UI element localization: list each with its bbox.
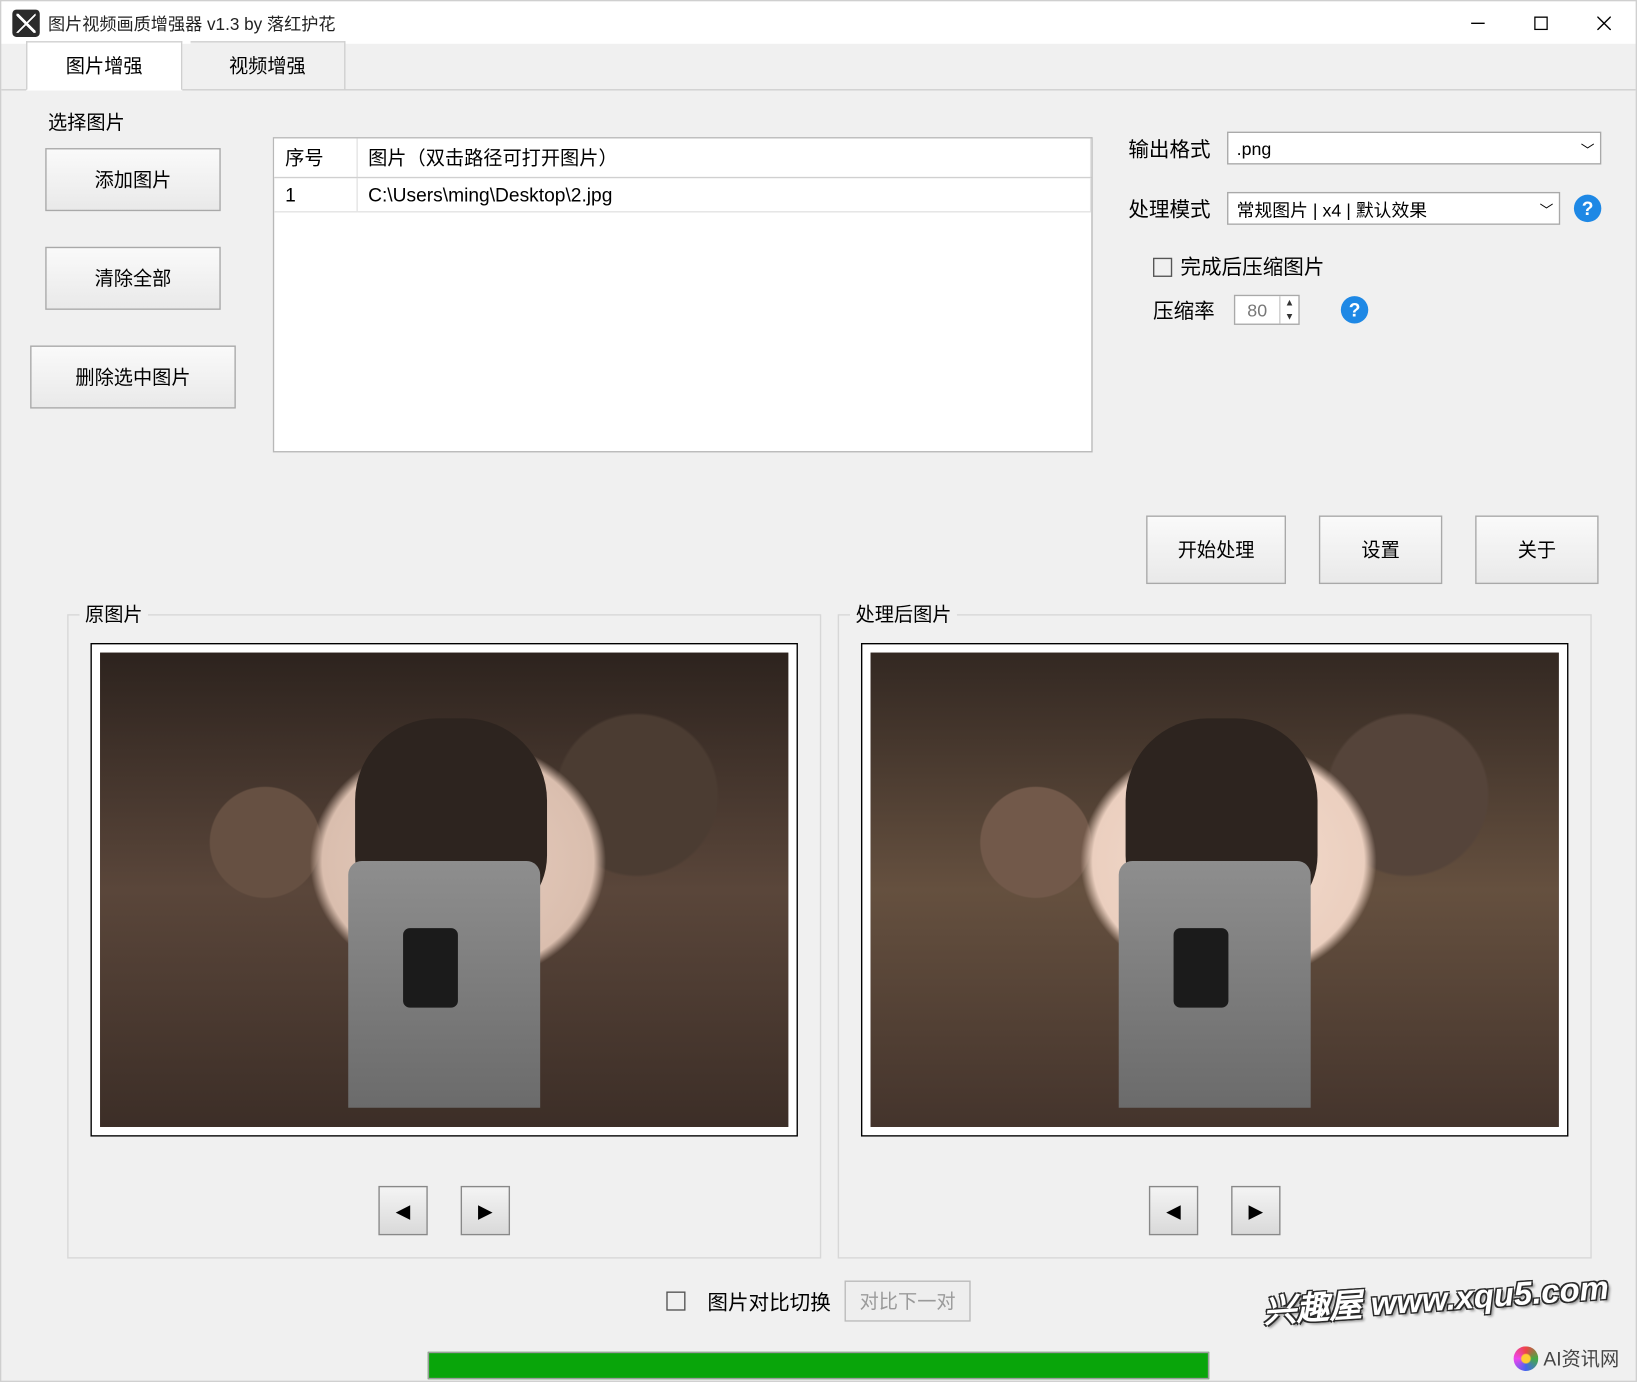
mode-label: 处理模式 <box>1128 194 1227 223</box>
start-button[interactable]: 开始处理 <box>1146 515 1286 584</box>
help-icon[interactable]: ? <box>1574 195 1601 222</box>
tab-bar: 图片增强 视频增强 <box>1 44 1635 91</box>
add-image-button[interactable]: 添加图片 <box>45 148 220 211</box>
original-image-frame <box>90 643 797 1137</box>
original-legend: 原图片 <box>80 600 149 627</box>
compress-ratio-spinner[interactable]: ▲▼ <box>1234 295 1300 325</box>
triangle-right-icon: ▶ <box>478 1199 493 1222</box>
compare-toggle-label: 图片对比切换 <box>707 1287 830 1316</box>
select-images-group: 选择图片 添加图片 清除全部 删除选中图片 序号 图片（双击路径可打开图片） <box>29 123 1092 477</box>
compress-after-checkbox[interactable] <box>1153 257 1172 276</box>
cell-index: 1 <box>274 178 356 212</box>
progress-bar <box>428 1352 1209 1379</box>
tab-image-enhance[interactable]: 图片增强 <box>26 41 182 90</box>
select-images-legend: 选择图片 <box>43 108 131 135</box>
cell-path[interactable]: C:\Users\ming\Desktop\2.jpg <box>356 178 1090 212</box>
output-format-label: 输出格式 <box>1128 134 1227 163</box>
mode-select[interactable]: 常规图片 | x4 | 默认效果 ﹀ <box>1227 192 1560 225</box>
compare-toggle-checkbox[interactable] <box>666 1291 685 1310</box>
triangle-left-icon: ◀ <box>396 1199 411 1222</box>
about-button[interactable]: 关于 <box>1475 515 1598 584</box>
table-row[interactable]: 1 C:\Users\ming\Desktop\2.jpg <box>274 178 1090 212</box>
processed-next-button[interactable]: ▶ <box>1231 1186 1280 1235</box>
spinner-up-icon[interactable]: ▲ <box>1281 296 1299 310</box>
titlebar: 图片视频画质增强器 v1.3 by 落红护花 <box>1 1 1635 44</box>
output-format-select[interactable]: .png ﹀ <box>1227 132 1601 165</box>
app-icon <box>12 9 39 36</box>
compress-ratio-value[interactable] <box>1235 296 1279 323</box>
image-table[interactable]: 序号 图片（双击路径可打开图片） 1 C:\Users\ming\Desktop… <box>273 137 1093 452</box>
spinner-down-icon[interactable]: ▼ <box>1281 310 1299 324</box>
window-title: 图片视频画质增强器 v1.3 by 落红护花 <box>48 10 336 36</box>
close-button[interactable] <box>1573 1 1636 44</box>
flower-icon <box>1513 1346 1538 1371</box>
triangle-right-icon: ▶ <box>1248 1199 1263 1222</box>
col-index: 序号 <box>274 138 356 177</box>
processed-image <box>871 653 1559 1127</box>
watermark-brand: AI资讯网 <box>1513 1345 1619 1372</box>
processed-prev-button[interactable]: ◀ <box>1149 1186 1198 1235</box>
col-path: 图片（双击路径可打开图片） <box>356 138 1090 177</box>
original-prev-button[interactable]: ◀ <box>378 1186 427 1235</box>
chevron-down-icon: ﹀ <box>1540 198 1554 219</box>
original-next-button[interactable]: ▶ <box>461 1186 510 1235</box>
compress-after-label: 完成后压缩图片 <box>1180 252 1324 281</box>
processed-image-frame <box>861 643 1568 1137</box>
processed-image-group: 处理后图片 ◀ ▶ <box>838 614 1592 1258</box>
original-image <box>100 653 788 1127</box>
compare-next-pair-button[interactable]: 对比下一对 <box>845 1281 971 1322</box>
processed-legend: 处理后图片 <box>850 600 957 627</box>
settings-panel: 输出格式 .png ﹀ 处理模式 常规图片 | x4 | 默认效果 ﹀ ? 完成… <box>1128 132 1601 353</box>
minimize-button[interactable] <box>1446 1 1509 44</box>
original-image-group: 原图片 ◀ ▶ <box>67 614 821 1258</box>
clear-all-button[interactable]: 清除全部 <box>45 247 220 310</box>
compress-ratio-label: 压缩率 <box>1153 295 1215 324</box>
delete-selected-button[interactable]: 删除选中图片 <box>30 345 236 408</box>
triangle-left-icon: ◀ <box>1166 1199 1181 1222</box>
tab-video-enhance[interactable]: 视频增强 <box>191 41 346 90</box>
chevron-down-icon: ﹀ <box>1581 138 1595 159</box>
settings-button[interactable]: 设置 <box>1319 515 1442 584</box>
app-window: 图片视频画质增强器 v1.3 by 落红护花 图片增强 视频增强 选择图片 添加… <box>0 0 1637 1382</box>
help-icon[interactable]: ? <box>1341 296 1368 323</box>
maximize-button[interactable] <box>1509 1 1572 44</box>
